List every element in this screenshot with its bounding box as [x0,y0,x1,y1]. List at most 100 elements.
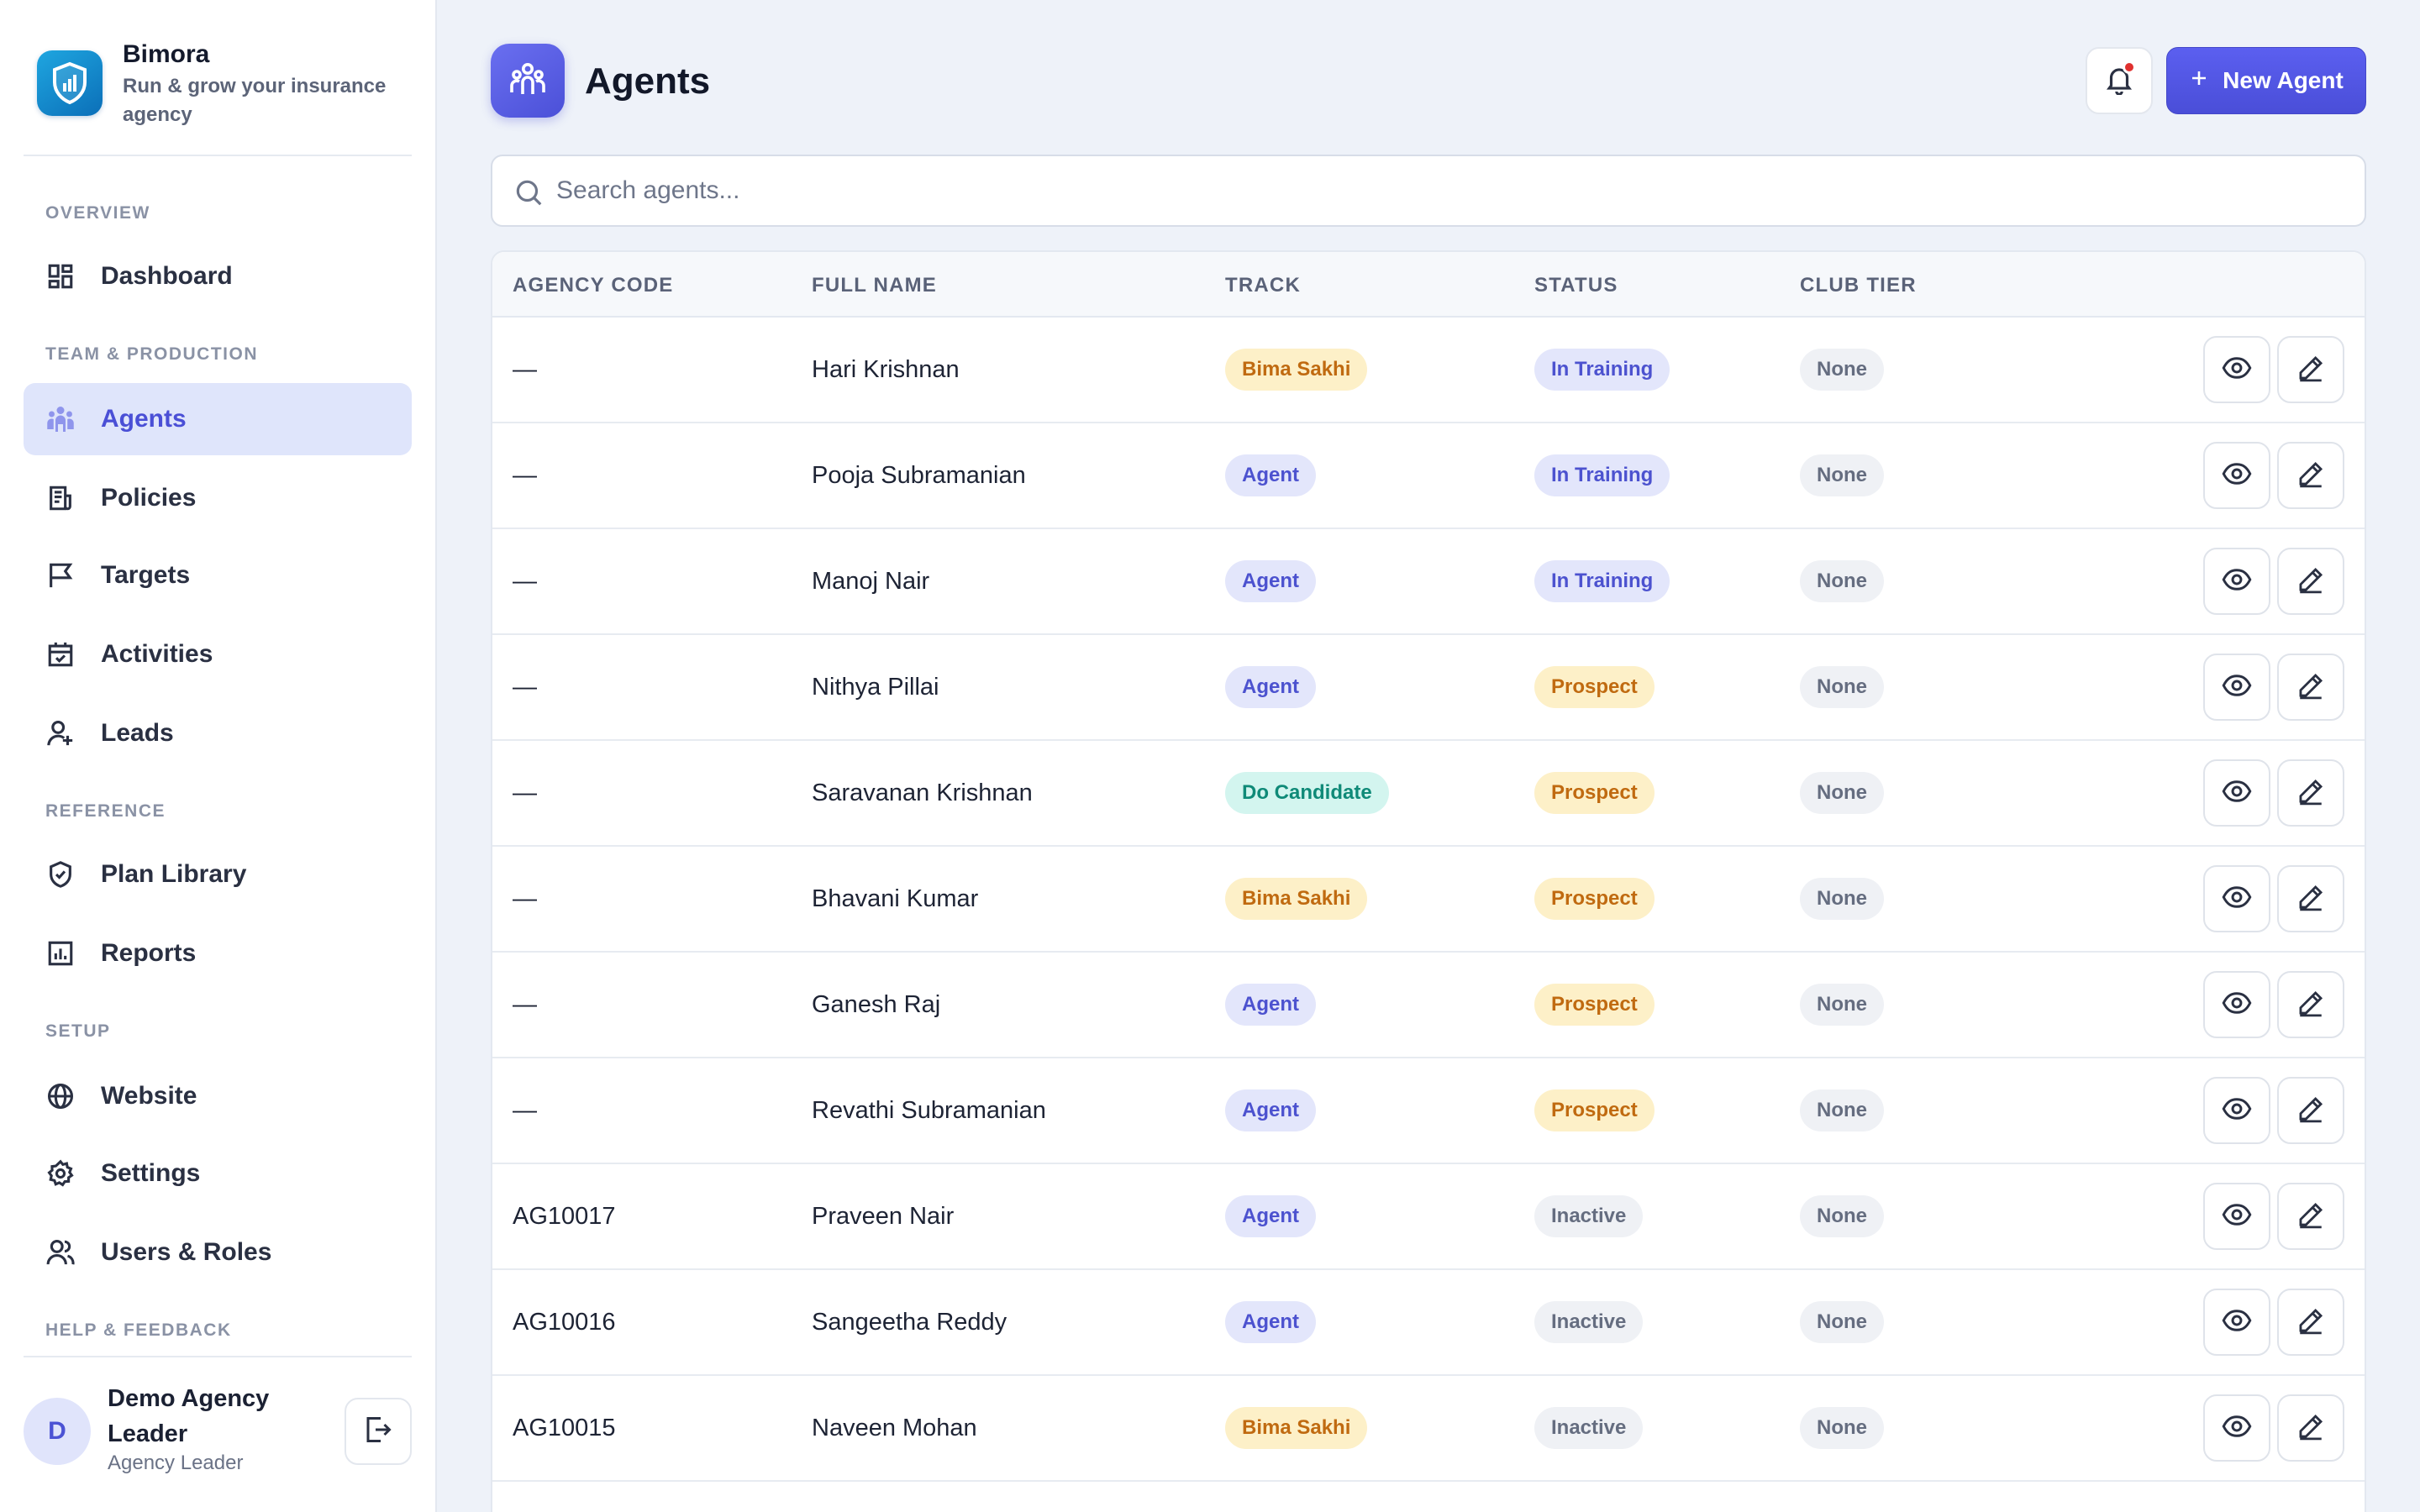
sidebar-item-label: Users & Roles [101,1238,272,1266]
table-row[interactable]: — Pooja Subramanian Agent In Training None [492,423,2365,529]
view-button[interactable] [2203,548,2270,615]
eye-icon [2222,776,2252,811]
view-button[interactable] [2203,336,2270,403]
column-header-track[interactable]: TRACK [1225,274,1301,297]
full-name-cell: Pooja Subramanian [812,423,1026,528]
edit-button[interactable] [2277,654,2344,721]
table-row[interactable]: — Hari Krishnan Bima Sakhi In Training None [492,318,2365,423]
view-button[interactable] [2203,654,2270,721]
sidebar-item-leads[interactable]: Leads [24,697,412,769]
edit-button[interactable] [2277,336,2344,403]
view-button[interactable] [2203,1183,2270,1250]
user-plus-icon [44,717,77,750]
view-button[interactable] [2203,1077,2270,1144]
table-row[interactable]: — Revathi Subramanian Agent Prospect None [492,1058,2365,1164]
eye-icon [2222,1094,2252,1128]
view-button[interactable] [2203,1394,2270,1462]
user-role: Agency Leader [108,1452,244,1474]
edit-button[interactable] [2277,1183,2344,1250]
agency-code: — [513,461,537,489]
status-badge: Prospect [1534,878,1655,920]
club-tier-cell: None [1800,1164,1884,1268]
sidebar-item-plan-library[interactable]: Plan Library [24,838,412,911]
agents-page-icon [491,44,565,118]
status-cell: Prospect [1534,635,1655,739]
status-badge: In Training [1534,560,1670,602]
divider [24,155,412,156]
agency-code: — [513,673,537,701]
column-header-club-tier[interactable]: CLUB TIER [1800,274,1917,297]
agency-code-cell: AG10015 [513,1376,616,1480]
pencil-icon [2296,1200,2325,1233]
view-button[interactable] [2203,971,2270,1038]
pencil-icon [2296,777,2325,810]
avatar[interactable]: D [24,1398,91,1465]
notifications-button[interactable] [2086,47,2153,114]
sidebar-item-settings[interactable]: Settings [24,1137,412,1210]
status-badge: Inactive [1534,1407,1644,1449]
brand-logo-icon [37,50,103,116]
new-agent-button[interactable]: New Agent [2166,47,2366,114]
edit-button[interactable] [2277,865,2344,932]
logout-button[interactable] [345,1398,412,1465]
agent-name: Sangeetha Reddy [812,1308,1007,1336]
track-cell: Do Candidate [1225,741,1389,845]
status-badge: Prospect [1534,984,1655,1026]
edit-button[interactable] [2277,759,2344,827]
table-row[interactable]: — Bhavani Kumar Bima Sakhi Prospect None [492,847,2365,953]
flag-icon [44,559,77,592]
club-tier-badge: None [1800,666,1884,708]
view-button[interactable] [2203,442,2270,509]
sidebar-item-reports[interactable]: Reports [24,917,412,990]
search-bar [491,155,2366,227]
edit-button[interactable] [2277,971,2344,1038]
pencil-icon [2296,671,2325,704]
search-input[interactable] [556,156,2338,225]
track-badge: Agent [1225,560,1316,602]
column-header-agency-code[interactable]: AGENCY CODE [513,274,673,297]
edit-button[interactable] [2277,1394,2344,1462]
column-header-status[interactable]: STATUS [1534,274,1618,297]
sidebar-item-agents[interactable]: Agents [24,383,412,455]
column-header-full-name[interactable]: FULL NAME [812,274,937,297]
sidebar-item-website[interactable]: Website [24,1060,412,1132]
search-icon [513,176,544,208]
status-cell: In Training [1534,318,1670,422]
edit-button[interactable] [2277,548,2344,615]
edit-button[interactable] [2277,442,2344,509]
view-button[interactable] [2203,759,2270,827]
edit-button[interactable] [2277,1077,2344,1144]
table-row[interactable]: — Nithya Pillai Agent Prospect None [492,635,2365,741]
agency-code-cell: — [513,741,537,845]
table-row[interactable]: AG10015 Naveen Mohan Bima Sakhi Inactive Non… [492,1376,2365,1482]
sidebar-item-users-roles[interactable]: Users & Roles [24,1216,412,1289]
track-badge: Bima Sakhi [1225,349,1368,391]
sidebar-item-label: Dashboard [101,262,233,290]
table-row[interactable]: AG10017 Praveen Nair Agent Inactive None [492,1164,2365,1270]
table-row[interactable]: — Manoj Nair Agent In Training None [492,529,2365,635]
brand[interactable]: Bimora Run & grow your insurance agency [37,37,415,138]
agent-name: Bhavani Kumar [812,885,979,912]
edit-button[interactable] [2277,1289,2344,1356]
sidebar-item-policies[interactable]: Policies [24,462,412,534]
table-row[interactable]: — Saravanan Krishnan Do Candidate Prospect N… [492,741,2365,847]
sidebar-item-targets[interactable]: Targets [24,539,412,612]
sidebar-item-dashboard[interactable]: Dashboard [24,240,412,312]
track-badge: Agent [1225,1195,1316,1237]
agents-icon [44,402,77,436]
view-button[interactable] [2203,1289,2270,1356]
table-row[interactable]: — Ganesh Raj Agent Prospect None [492,953,2365,1058]
club-tier-badge: None [1800,1301,1884,1343]
agent-name: Hari Krishnan [812,355,960,383]
pencil-icon [2296,1306,2325,1339]
sidebar: Bimora Run & grow your insurance agency … [0,0,437,1512]
full-name-cell: Saravanan Krishnan [812,741,1033,845]
view-button[interactable] [2203,865,2270,932]
sidebar-item-activities[interactable]: Activities [24,618,412,690]
section-label-team-production: TEAM & PRODUCTION [45,344,258,364]
notification-dot [2123,60,2136,74]
table-row[interactable]: AG10016 Sangeetha Reddy Agent Inactive None [492,1270,2365,1376]
users-icon [44,1236,77,1269]
plus-icon [2189,67,2209,94]
divider [24,1356,412,1357]
